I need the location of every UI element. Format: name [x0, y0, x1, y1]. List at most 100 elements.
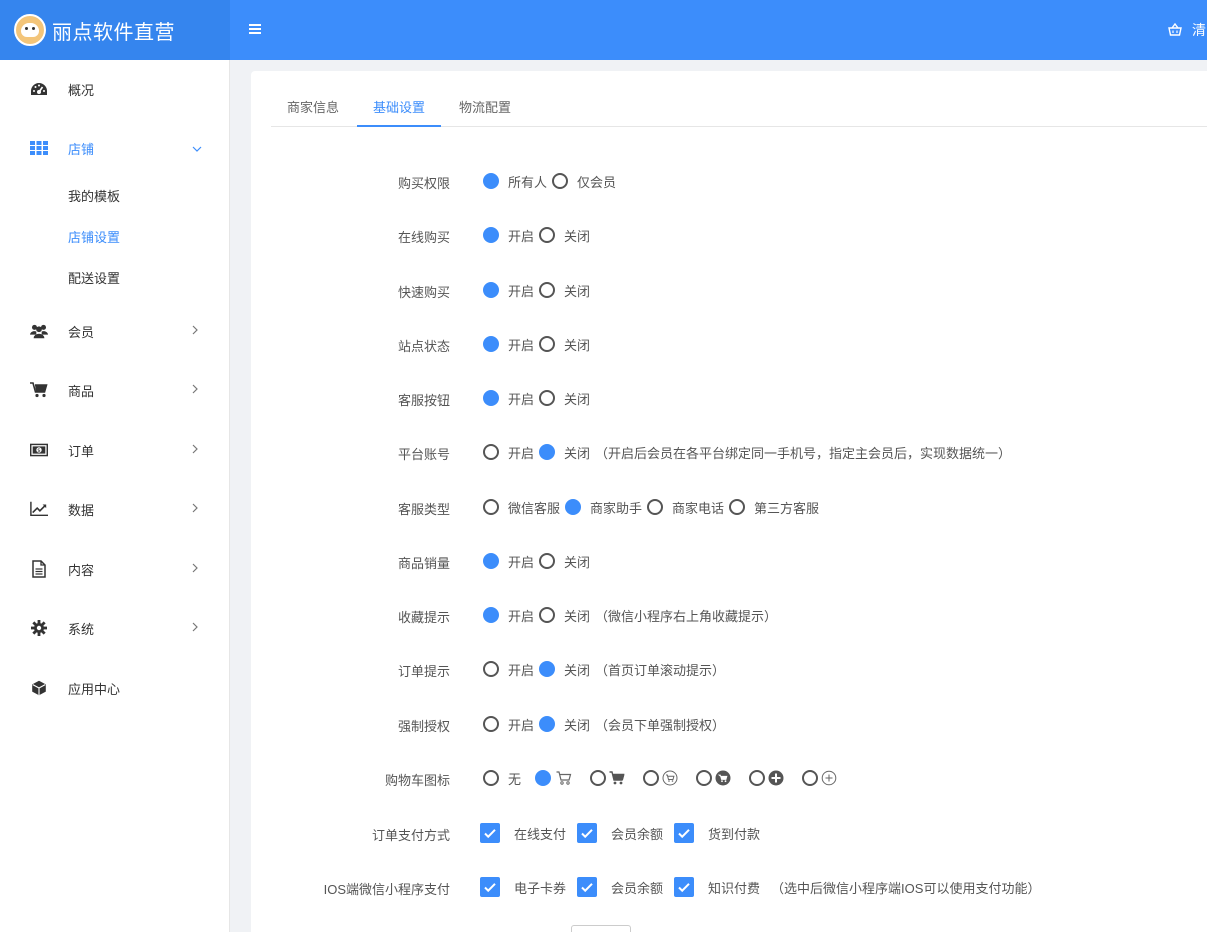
tab-logistics[interactable]: 物流配置 — [459, 97, 511, 116]
row-label: 订单支付方式 — [371, 828, 450, 843]
radio-members-only[interactable] — [552, 173, 569, 189]
radio-merchant-assistant[interactable] — [565, 499, 582, 515]
option-label: 关闭 — [564, 283, 591, 299]
sidebar-item-app-center[interactable]: 应用中心 — [0, 668, 230, 708]
checkbox-e-coupon[interactable] — [480, 877, 500, 897]
radio-on[interactable] — [483, 716, 499, 732]
sidebar-item-orders[interactable]: $ 订单 — [0, 430, 230, 470]
option-label: 开启 — [508, 283, 535, 299]
sidebar-item-data[interactable]: 数据 — [0, 489, 230, 529]
row-label: 强制授权 — [397, 719, 450, 734]
site-status-row: 站点状态 开启 关闭 — [251, 332, 1207, 356]
radio-cart-style-5[interactable] — [749, 770, 766, 786]
radio-off[interactable] — [539, 390, 556, 406]
chevron-right-icon — [192, 324, 198, 338]
option-label: 关闭 — [564, 228, 591, 244]
radio-off[interactable] — [539, 716, 556, 732]
sidebar-item-members[interactable]: 会员 — [0, 311, 230, 351]
radio-cart-style-6[interactable] — [802, 770, 819, 786]
radio-cart-style-3[interactable] — [643, 770, 660, 786]
cart-outline-icon — [555, 770, 572, 787]
platform-account-row: 平台账号 开启 关闭 （开启后会员在各平台绑定同一手机号，指定主会员后，实现数据… — [251, 440, 1207, 464]
top-bar: 丽点软件直营 清 — [0, 0, 1207, 60]
option-label: 第三方客服 — [754, 500, 820, 516]
radio-merchant-phone[interactable] — [647, 499, 664, 515]
radio-off[interactable] — [539, 336, 556, 352]
row-label: 客服按钮 — [397, 393, 450, 408]
settings-card: 商家信息 基础设置 物流配置 购买权限 所有人 仅会员 在线购买 开启 关闭 快… — [251, 71, 1207, 932]
radio-wechat-service[interactable] — [483, 499, 499, 515]
sidebar-item-label: 系统 — [68, 621, 95, 637]
checkbox-cash-on-delivery[interactable] — [674, 823, 695, 843]
tab-merchant-info[interactable]: 商家信息 — [287, 97, 339, 116]
online-purchase-row: 在线购买 开启 关闭 — [251, 223, 1207, 247]
hint-text: （开启后会员在各平台绑定同一手机号，指定主会员后，实现数据统一） — [595, 445, 1012, 461]
hamburger-icon[interactable] — [249, 22, 261, 38]
radio-off[interactable] — [539, 553, 556, 569]
radio-off[interactable] — [539, 607, 556, 623]
purchase-permission-row: 购买权限 所有人 仅会员 — [251, 169, 1207, 193]
brand[interactable]: 丽点软件直营 — [0, 0, 230, 60]
radio-cart-style-4[interactable] — [696, 770, 713, 786]
hint-text: （微信小程序右上角收藏提示） — [595, 608, 778, 624]
radio-off[interactable] — [539, 282, 556, 298]
radio-cart-style-1[interactable] — [535, 770, 552, 786]
chevron-right-icon — [192, 562, 198, 576]
radio-on[interactable] — [483, 444, 499, 460]
hint-text: （首页订单滚动提示） — [595, 662, 726, 678]
sidebar-item-products[interactable]: 商品 — [0, 370, 230, 410]
sidebar-item-content[interactable]: 内容 — [0, 549, 230, 589]
option-label: 开启 — [508, 228, 535, 244]
chevron-down-icon — [192, 141, 202, 155]
logo — [14, 14, 46, 46]
sidebar-subitem-delivery-settings[interactable]: 配送设置 — [68, 268, 120, 287]
option-label: 知识付费 — [708, 880, 761, 896]
option-label: 开启 — [508, 337, 535, 353]
radio-on[interactable] — [483, 553, 499, 569]
option-label: 关闭 — [564, 391, 591, 407]
radio-off[interactable] — [539, 661, 556, 677]
checkbox-online-payment[interactable] — [480, 823, 500, 843]
radio-off[interactable] — [539, 227, 556, 243]
sidebar-item-shop[interactable]: 店铺 — [0, 128, 230, 168]
document-icon — [30, 560, 48, 578]
radio-cart-none[interactable] — [483, 770, 499, 786]
row-label: 订单提示 — [397, 664, 450, 679]
radio-on[interactable] — [483, 390, 499, 406]
top-right-button[interactable]: 清 — [1168, 20, 1206, 40]
sidebar-item-overview[interactable]: 概况 — [0, 69, 230, 109]
radio-everyone[interactable] — [483, 173, 499, 189]
row-label: 站点状态 — [397, 339, 450, 354]
option-label: 无 — [508, 771, 522, 787]
radio-cart-style-2[interactable] — [590, 770, 607, 786]
radio-on[interactable] — [483, 227, 499, 243]
checkbox-member-balance[interactable] — [577, 823, 598, 843]
sidebar-subitem-templates[interactable]: 我的模板 — [68, 186, 120, 205]
option-label: 微信客服 — [508, 500, 561, 516]
radio-on[interactable] — [483, 607, 499, 623]
option-label: 关闭 — [564, 337, 591, 353]
cart-solid-icon — [608, 770, 625, 787]
radio-on[interactable] — [483, 336, 499, 352]
row-label: IOS端微信小程序支付 — [323, 882, 450, 897]
option-label: 关闭 — [564, 662, 591, 678]
dashboard-icon — [30, 80, 48, 98]
radio-on[interactable] — [483, 282, 499, 298]
option-label: 关闭 — [564, 608, 591, 624]
partial-input-box[interactable] — [571, 925, 631, 932]
radio-off[interactable] — [539, 444, 556, 460]
radio-third-party[interactable] — [729, 499, 746, 515]
sidebar-subitem-shop-settings[interactable]: 店铺设置 — [68, 227, 120, 246]
sidebar-item-system[interactable]: 系统 — [0, 608, 230, 648]
radio-on[interactable] — [483, 661, 499, 677]
active-tab-indicator — [357, 125, 441, 127]
cart-icon — [30, 381, 48, 399]
checkbox-member-balance[interactable] — [577, 877, 598, 897]
checkbox-knowledge-payment[interactable] — [674, 877, 695, 897]
option-label: 关闭 — [564, 717, 591, 733]
plus-circle-solid-icon — [767, 770, 784, 787]
basket-icon — [1168, 23, 1182, 36]
tab-basic-settings[interactable]: 基础设置 — [373, 97, 425, 116]
ios-payment-row: IOS端微信小程序支付 电子卡券 会员余额 知识付费 （选中后微信小程序端IOS… — [251, 875, 1207, 899]
brand-name: 丽点软件直营 — [52, 21, 175, 44]
